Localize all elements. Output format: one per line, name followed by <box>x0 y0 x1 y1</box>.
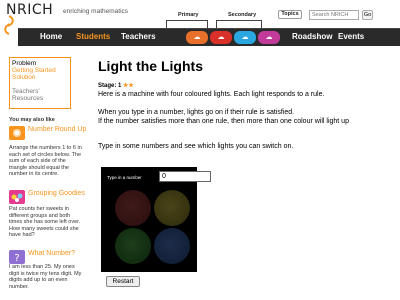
rule-text-1: When you type in a number, lights go on … <box>98 109 295 116</box>
problem-menu: Problem Getting Started Solution Teacher… <box>9 57 71 109</box>
primary-bracket <box>166 20 208 28</box>
main-nav: Home Students Teachers ☁ ☁ ☁ ☁ Roadshow … <box>18 28 400 46</box>
grouping-goodies-icon[interactable] <box>9 190 25 204</box>
site-header: NRICH enriching mathematics Primary Seco… <box>0 0 400 35</box>
related-desc-what-number: I am less than 25. My ones digit is twic… <box>9 264 82 290</box>
stage-3-icon[interactable]: ☁ <box>234 31 256 44</box>
nav-students[interactable]: Students <box>76 32 110 41</box>
related-title-number-round-up[interactable]: Number Round Up <box>28 126 88 134</box>
light-machine: Type in a number <box>101 167 211 272</box>
nav-home[interactable]: Home <box>40 32 62 41</box>
yellow-light <box>154 190 190 226</box>
blue-light <box>154 228 190 264</box>
number-input-label: Type in a number <box>107 175 142 180</box>
site-tagline: enriching mathematics <box>63 8 129 15</box>
related-desc-grouping-goodies: Pat counts her sweets in different group… <box>9 206 81 238</box>
site-logo[interactable]: NRICH <box>6 2 53 18</box>
stage-4-icon[interactable]: ☁ <box>258 31 280 44</box>
may-also-like-heading: You may also like <box>9 117 55 123</box>
sidebar-item-resources[interactable]: Resources <box>12 95 68 102</box>
star-rating-icon: ★★ <box>123 83 134 89</box>
sidebar-item-getting-started[interactable]: Getting Started <box>12 67 68 74</box>
nav-roadshow[interactable]: Roadshow <box>292 32 332 41</box>
page-title: Light the Lights <box>98 58 203 74</box>
stage-1-icon[interactable]: ☁ <box>186 31 208 44</box>
nav-teachers[interactable]: Teachers <box>121 32 156 41</box>
instruction-text: Type in some numbers and see which light… <box>98 143 294 150</box>
what-number-icon[interactable]: ? <box>9 250 25 264</box>
topics-button[interactable]: Topics <box>278 10 302 19</box>
secondary-bracket <box>216 20 262 28</box>
sidebar-item-solution[interactable]: Solution <box>12 74 68 81</box>
nav-events[interactable]: Events <box>338 32 364 41</box>
search-input[interactable] <box>309 10 359 20</box>
intro-text: Here is a machine with four coloured lig… <box>98 91 325 98</box>
related-title-what-number[interactable]: What Number? <box>28 250 88 258</box>
green-light <box>115 228 151 264</box>
sidebar-item-problem[interactable]: Problem <box>12 60 68 67</box>
stage-label: Stage: 1 <box>98 83 122 89</box>
restart-button[interactable]: Restart <box>106 276 140 287</box>
stage-2-icon[interactable]: ☁ <box>210 31 232 44</box>
stage-rating: Stage: 1 ★★ <box>98 82 134 89</box>
red-light <box>115 190 151 226</box>
primary-label[interactable]: Primary <box>178 12 199 18</box>
related-title-grouping-goodies[interactable]: Grouping Goodies <box>28 190 88 198</box>
sidebar-item-teachers[interactable]: Teachers' <box>12 88 68 95</box>
svg-text:?: ? <box>14 253 19 264</box>
rule-text-2: If the number satisfies more than one ru… <box>98 118 349 125</box>
number-round-up-icon[interactable] <box>9 126 25 140</box>
search-go-button[interactable]: Go <box>362 10 373 20</box>
number-input[interactable] <box>159 171 211 182</box>
secondary-label[interactable]: Secondary <box>228 12 256 18</box>
related-desc-number-round-up: Arrange the numbers 1 to 6 in each set o… <box>9 145 82 177</box>
